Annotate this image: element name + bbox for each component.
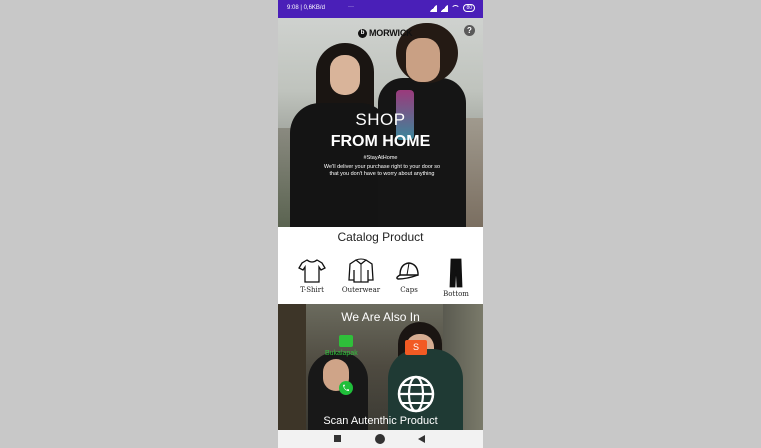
recents-button[interactable] xyxy=(334,435,341,442)
shopee-icon[interactable]: S xyxy=(405,340,427,355)
signal-icon xyxy=(429,4,438,12)
hero-banner[interactable]: b MORWICK ? SHOP FROM HOME #StayAtHome W… xyxy=(278,18,483,227)
bukalapak-icon[interactable] xyxy=(339,335,353,347)
model2-shirt xyxy=(378,78,466,227)
category-label: T-Shirt xyxy=(300,286,324,294)
brand-name: MORWICK xyxy=(369,28,413,38)
cap-icon xyxy=(396,262,419,280)
category-caps[interactable]: Caps xyxy=(389,258,429,294)
bukalapak-label[interactable]: Bukalapak xyxy=(325,350,358,357)
help-icon[interactable]: ? xyxy=(464,25,475,36)
jacket-icon xyxy=(348,258,374,283)
category-label: Bottom xyxy=(443,290,469,298)
marketplace-banner: We Are Also In Bukalapak S Scan Autenthi… xyxy=(278,304,483,430)
status-time: 9:08 | 0,6KB/d xyxy=(287,5,325,11)
scan-product-link[interactable]: Scan Autenthic Product xyxy=(278,415,483,427)
model-face xyxy=(330,55,360,95)
hero-hashtag: #StayAtHome xyxy=(363,155,398,161)
battery-icon: 80 xyxy=(463,4,475,12)
android-nav-bar xyxy=(278,430,483,448)
status-icons: 80 xyxy=(429,4,475,12)
category-label: Caps xyxy=(400,286,418,294)
catalog-title: Catalog Product xyxy=(337,230,424,244)
brand-logo: b MORWICK xyxy=(358,28,413,38)
hero-title-line2: FROM HOME xyxy=(330,133,431,150)
home-button[interactable] xyxy=(375,434,385,444)
category-label: Outerwear xyxy=(341,286,381,294)
brand-mark-icon: b xyxy=(358,28,367,38)
globe-icon[interactable] xyxy=(395,374,437,414)
phone-screen: 9:08 | 0,6KB/d ··· 80 b MORWICK ? SHOP F… xyxy=(278,0,483,448)
promo-title: We Are Also In xyxy=(341,310,420,324)
category-bottom[interactable]: Bottom xyxy=(436,258,476,298)
whatsapp-icon[interactable] xyxy=(338,380,354,396)
category-outerwear[interactable]: Outerwear xyxy=(341,258,381,294)
status-more: ··· xyxy=(348,4,354,10)
wifi-icon xyxy=(451,4,461,12)
hero-title-line1: SHOP xyxy=(355,110,406,129)
signal-icon-2 xyxy=(440,4,449,12)
status-bar: 9:08 | 0,6KB/d ··· 80 xyxy=(278,0,483,18)
tshirt-icon xyxy=(298,259,326,283)
category-tshirt[interactable]: T-Shirt xyxy=(292,258,332,294)
back-button[interactable] xyxy=(418,435,425,443)
model2-face xyxy=(406,38,440,82)
pants-icon xyxy=(449,258,463,288)
hero-description: We'll deliver your purchase right to you… xyxy=(323,164,441,177)
